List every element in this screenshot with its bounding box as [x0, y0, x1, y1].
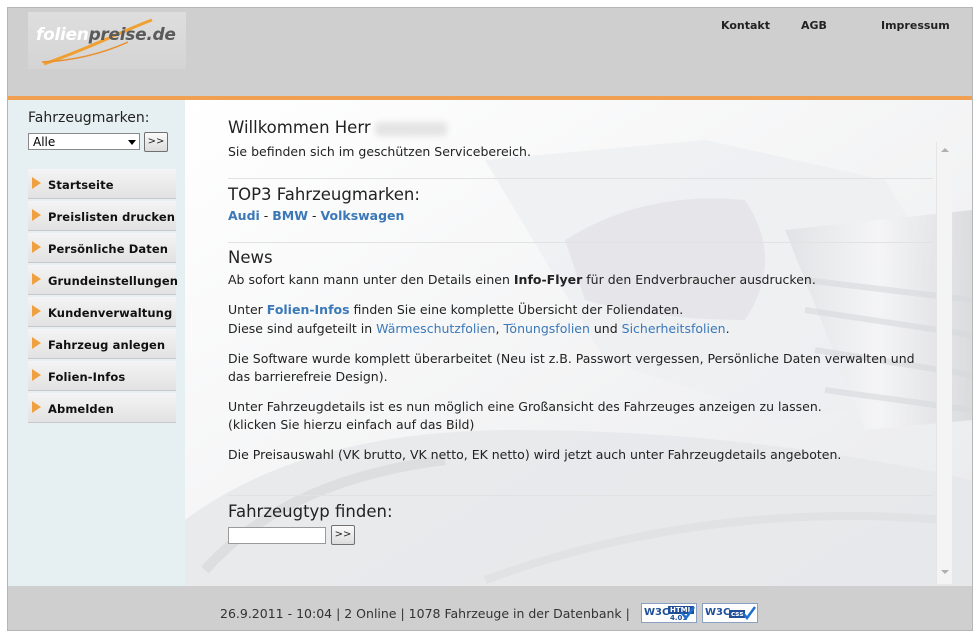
scrollbar[interactable]	[936, 142, 952, 584]
sidebar: Fahrzeugmarken: Alle >> Startseite Preis…	[8, 100, 185, 586]
sidebar-item-label: Grundeinstellungen	[48, 274, 179, 288]
link-agb[interactable]: AGB	[801, 19, 827, 32]
link-kontakt[interactable]: Kontakt	[721, 19, 770, 32]
sidebar-item-folien-infos[interactable]: Folien-Infos	[28, 361, 176, 391]
top3-brands: Audi - BMW - Volkswagen	[228, 206, 404, 225]
badge-w3c-text: W3C	[705, 607, 731, 618]
news-item-1: Ab sofort kann mann unter den Details ei…	[228, 270, 816, 289]
brand-link-bmw[interactable]: BMW	[272, 208, 308, 223]
header: folienpreise.de Kontakt AGB Impressum	[8, 8, 972, 96]
news-text: für den Endverbraucher ausdrucken.	[582, 272, 816, 287]
sidebar-item-label: Kundenverwaltung	[48, 306, 173, 320]
w3c-html-badge[interactable]: W3C HTML 4.01	[641, 603, 697, 623]
welcome-subtitle: Sie befinden sich im geschützen Serviceb…	[228, 144, 531, 159]
sidebar-item-preislisten-drucken[interactable]: Preislisten drucken	[28, 201, 176, 231]
sidebar-item-grundeinstellungen[interactable]: Grundeinstellungen	[28, 265, 179, 295]
main-content: Willkommen Herr Sie befinden sich im ges…	[185, 100, 972, 586]
sidebar-item-startseite[interactable]: Startseite	[28, 169, 176, 199]
check-icon	[742, 606, 756, 620]
sidebar-item-label: Startseite	[48, 178, 114, 192]
news-text: Unter	[228, 302, 267, 317]
separator-text: -	[308, 208, 321, 223]
vehicle-type-input[interactable]	[228, 527, 326, 544]
link-sicherheitsfolien[interactable]: Sicherheitsfolien	[622, 321, 726, 336]
sidebar-item-abmelden[interactable]: Abmelden	[28, 393, 176, 423]
brand-select-value: Alle	[33, 135, 56, 149]
divider	[228, 495, 933, 496]
news-item-2: Unter Folien-Infos finden Sie eine kompl…	[228, 300, 683, 319]
news-item-5: Die Preisauswahl (VK brutto, VK netto, E…	[228, 447, 842, 462]
sidebar-item-label: Preislisten drucken	[48, 210, 176, 224]
logo[interactable]: folienpreise.de	[28, 12, 186, 69]
scroll-down-icon[interactable]	[941, 570, 949, 574]
sidebar-item-kundenverwaltung[interactable]: Kundenverwaltung	[28, 297, 176, 327]
news-item-4b: (klicken Sie hierzu einfach auf das Bild…	[228, 417, 475, 432]
link-toenungsfolien[interactable]: Tönungsfolien	[503, 321, 589, 336]
news-text: Diese sind aufgeteilt in	[228, 321, 377, 336]
link-waermeschutzfolien[interactable]: Wärmeschutzfolien	[376, 321, 495, 336]
news-text: und	[589, 321, 622, 336]
arrow-right-icon	[32, 273, 41, 285]
news-item-4: Unter Fahrzeugdetails ist es nun möglich…	[228, 399, 822, 414]
brand-go-button[interactable]: >>	[144, 132, 168, 152]
sidebar-item-fahrzeug-anlegen[interactable]: Fahrzeug anlegen	[28, 329, 176, 359]
news-item-3b: das barrierefreie Design).	[228, 369, 388, 384]
arrow-right-icon	[32, 177, 41, 189]
arrow-right-icon	[32, 241, 41, 253]
top3-title: TOP3 Fahrzeugmarken:	[228, 185, 420, 204]
badge-w3c-text: W3C	[644, 607, 670, 618]
link-folien-infos[interactable]: Folien-Infos	[267, 302, 350, 317]
check-icon	[681, 606, 695, 620]
divider	[228, 178, 933, 179]
arrow-right-icon	[32, 209, 41, 221]
redacted-name	[374, 121, 447, 136]
sidebar-menu: Startseite Preislisten drucken Persönlic…	[28, 169, 179, 425]
brand-select[interactable]: Alle	[28, 133, 140, 150]
divider	[228, 242, 933, 243]
arrow-right-icon	[32, 369, 41, 381]
sidebar-item-label: Folien-Infos	[48, 370, 126, 384]
welcome-title: Willkommen Herr	[228, 118, 447, 137]
arrow-right-icon	[32, 401, 41, 413]
page-frame: folienpreise.de Kontakt AGB Impressum Fa…	[7, 7, 973, 631]
footer: 26.9.2011 - 10:04 | 2 Online | 1078 Fahr…	[8, 586, 972, 630]
logo-text: folienpreise.de	[36, 25, 176, 45]
separator-text: -	[259, 208, 273, 223]
news-highlight: Info-Flyer	[513, 272, 583, 287]
news-item-3: Die Software wurde komplett überarbeitet…	[228, 351, 915, 366]
news-text: finden Sie eine komplette Übersicht der …	[349, 302, 684, 317]
news-item-2b: Diese sind aufgeteilt in Wärmeschutzfoli…	[228, 319, 730, 338]
logo-part-2: preise.de	[88, 25, 176, 45]
sidebar-item-label: Persönliche Daten	[48, 242, 169, 256]
sidebar-item-persoenliche-daten[interactable]: Persönliche Daten	[28, 233, 176, 263]
welcome-title-text: Willkommen Herr	[228, 118, 371, 137]
link-impressum[interactable]: Impressum	[881, 19, 950, 32]
brand-link-audi[interactable]: Audi	[228, 208, 260, 223]
w3c-css-badge[interactable]: W3C css	[702, 603, 758, 623]
news-title: News	[228, 248, 273, 267]
brand-link-volkswagen[interactable]: Volkswagen	[321, 208, 405, 223]
arrow-right-icon	[32, 305, 41, 317]
scroll-up-icon[interactable]	[941, 148, 949, 152]
news-text: Ab sofort kann mann unter den Details ei…	[228, 272, 514, 287]
vehicle-type-go-button[interactable]: >>	[331, 525, 355, 545]
arrow-right-icon	[32, 337, 41, 349]
sidebar-item-label: Abmelden	[48, 402, 114, 416]
vehicle-type-title: Fahrzeugtyp finden:	[228, 502, 393, 521]
logo-part-1: folien	[36, 25, 89, 45]
brand-filter-label: Fahrzeugmarken:	[28, 110, 150, 126]
sidebar-item-label: Fahrzeug anlegen	[48, 338, 166, 352]
news-text: .	[725, 321, 730, 336]
chevron-down-icon	[128, 140, 136, 145]
footer-status: 26.9.2011 - 10:04 | 2 Online | 1078 Fahr…	[220, 606, 630, 621]
